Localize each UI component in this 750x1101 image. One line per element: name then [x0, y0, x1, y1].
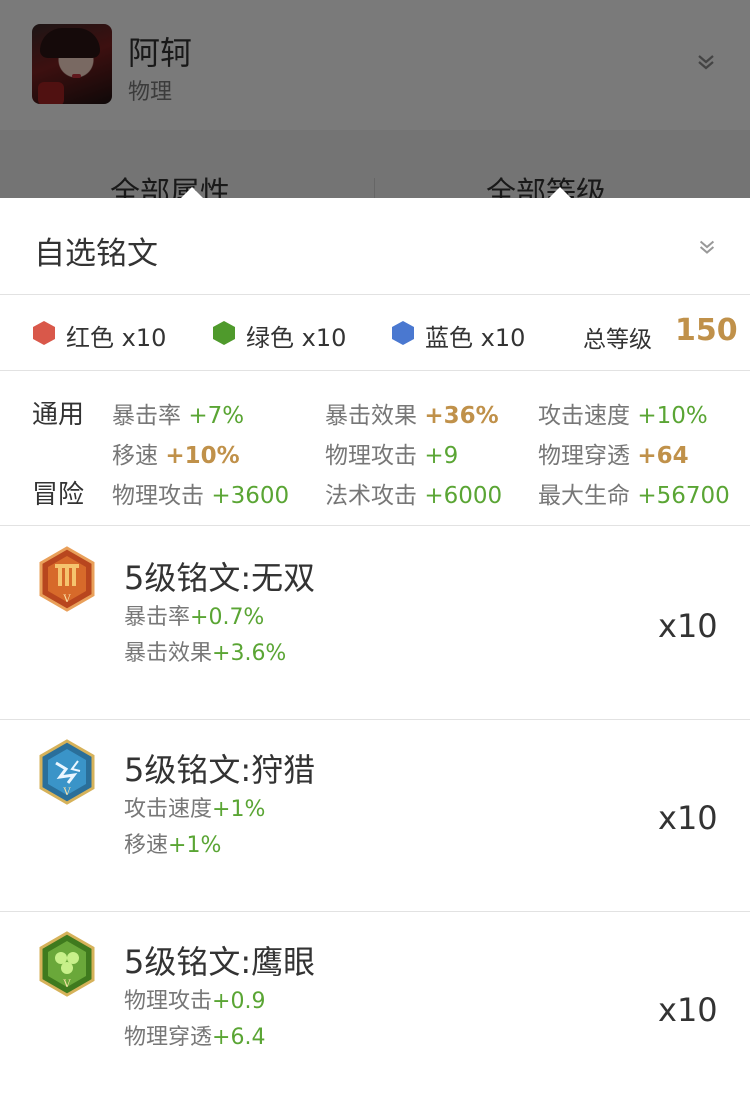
rune-stat: 暴击效果+3.6% [124, 635, 286, 667]
panel-pointer [548, 187, 572, 199]
total-level-label: 总等级 [583, 327, 652, 353]
category-general: 通用 [32, 400, 85, 430]
rune-stat: 攻击速度+1% [124, 791, 265, 823]
divider [0, 719, 750, 720]
attribute-name: 最大生命 [538, 483, 630, 509]
rune-stat: 移速+1% [124, 827, 221, 859]
attribute-value: +64 [637, 443, 689, 469]
rune-stat: 物理攻击+0.9 [124, 983, 265, 1015]
category-adventure: 冒险 [32, 480, 85, 510]
rune-stat: 暴击率+0.7% [124, 599, 264, 631]
attribute-item: 移速 +10% [112, 436, 240, 470]
blue-hexagon-icon [392, 321, 414, 345]
rune-stat-value: +0.7% [190, 605, 265, 630]
divider [0, 911, 750, 912]
rune-count: x10 [658, 991, 718, 1029]
attribute-value: +36% [424, 403, 499, 429]
rune-stat-name: 移速 [124, 833, 169, 858]
attribute-value: +10% [165, 443, 240, 469]
attribute-item: 物理攻击 +3600 [112, 476, 289, 510]
total-level-value: 150 [675, 313, 738, 348]
attribute-item: 攻击速度 +10% [538, 396, 708, 430]
attribute-name: 物理攻击 [112, 483, 204, 509]
rune-name: 5级铭文:鹰眼 [124, 943, 316, 981]
rune-stat-value: +1% [212, 797, 266, 822]
rune-name: 5级铭文:无双 [124, 559, 316, 597]
attribute-value: +9 [424, 443, 459, 469]
red-rune-count: 红色 x10 [66, 324, 167, 352]
attribute-item: 暴击率 +7% [112, 396, 244, 430]
modal-backdrop[interactable] [0, 0, 750, 200]
attribute-name: 移速 [112, 443, 158, 469]
panel-title: 自选铭文 [34, 236, 158, 272]
svg-text:V: V [62, 787, 71, 798]
rune-stat-value: +6.4 [212, 1025, 266, 1050]
attribute-name: 暴击率 [112, 403, 181, 429]
blue-rune-count: 蓝色 x10 [425, 324, 526, 352]
blue-rune-icon: V [39, 739, 95, 805]
attribute-name: 攻击速度 [538, 403, 630, 429]
attribute-name: 暴击效果 [325, 403, 417, 429]
attribute-value: +3600 [211, 483, 290, 509]
green-hexagon-icon [213, 321, 235, 345]
attribute-name: 法术攻击 [325, 483, 417, 509]
rune-stat-name: 暴击率 [124, 605, 191, 630]
divider [0, 525, 750, 526]
rune-stat-value: +1% [168, 833, 222, 858]
rune-count: x10 [658, 799, 718, 837]
attribute-value: +56700 [637, 483, 730, 509]
red-hexagon-icon [33, 321, 55, 345]
attribute-item: 暴击效果 +36% [325, 396, 499, 430]
rune-stat-value: +0.9 [212, 989, 266, 1014]
svg-text:V: V [62, 979, 71, 990]
attribute-name: 物理穿透 [538, 443, 630, 469]
red-rune-icon: V [39, 546, 95, 612]
rune-stat-name: 攻击速度 [124, 797, 213, 822]
chevron-down-icon[interactable] [696, 236, 718, 258]
rune-count: x10 [658, 607, 718, 645]
attribute-item: 法术攻击 +6000 [325, 476, 502, 510]
attribute-value: +6000 [424, 483, 503, 509]
panel-pointer [180, 187, 204, 199]
rune-stat-value: +3.6% [212, 641, 287, 666]
attribute-name: 物理攻击 [325, 443, 417, 469]
rune-stat-name: 物理攻击 [124, 989, 213, 1014]
green-rune-icon: V [39, 931, 95, 997]
rune-stat-name: 暴击效果 [124, 641, 213, 666]
divider [0, 294, 750, 295]
divider [0, 370, 750, 371]
rune-name: 5级铭文:狩猎 [124, 751, 316, 789]
attribute-value: +7% [188, 403, 245, 429]
rune-stat: 物理穿透+6.4 [124, 1019, 265, 1051]
rune-stat-name: 物理穿透 [124, 1025, 213, 1050]
svg-text:V: V [62, 594, 71, 605]
attribute-value: +10% [637, 403, 708, 429]
green-rune-count: 绿色 x10 [246, 324, 347, 352]
attribute-item: 最大生命 +56700 [538, 476, 730, 510]
attribute-item: 物理攻击 +9 [325, 436, 458, 470]
attribute-item: 物理穿透 +64 [538, 436, 689, 470]
